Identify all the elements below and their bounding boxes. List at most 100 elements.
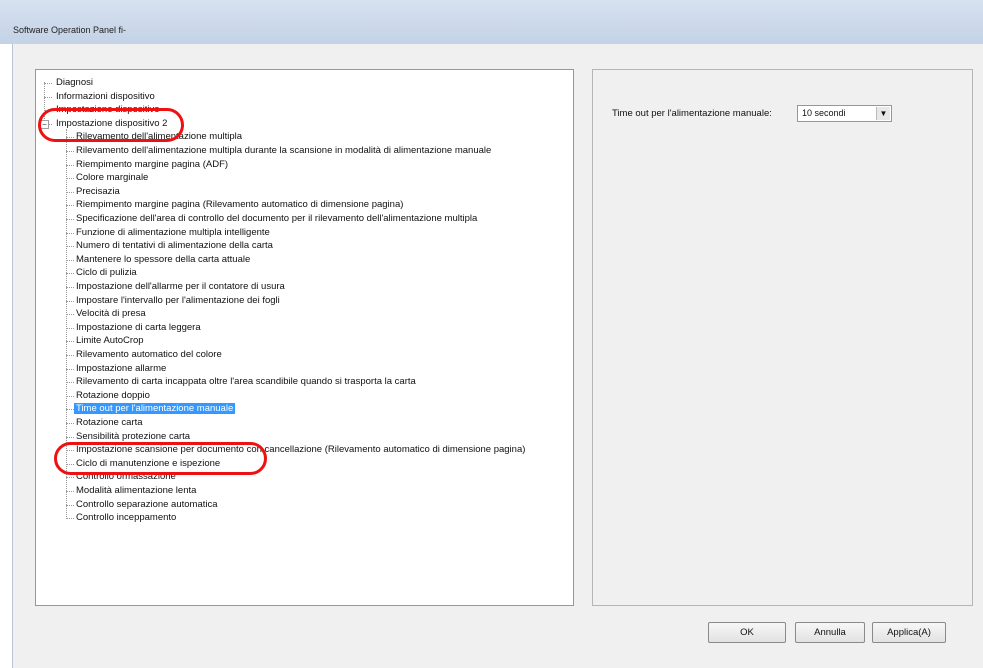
tree-item[interactable]: Funzione di alimentazione multipla intel…	[74, 226, 272, 239]
tree-item[interactable]: Informazioni dispositivo	[54, 90, 157, 103]
tree-item[interactable]: Modalità alimentazione lenta	[74, 484, 198, 497]
tree-item[interactable]: Numero di tentativi di alimentazione del…	[74, 239, 275, 252]
timeout-select[interactable]: 10 secondi ▼	[797, 105, 892, 122]
tree-item[interactable]: Controllo separazione automatica	[74, 498, 220, 511]
tree-item-label: Controllo separazione automatica	[76, 498, 218, 510]
tree-item-label: Rilevamento di carta incappata oltre l'a…	[76, 376, 416, 388]
tree-item[interactable]: Impostazione dell'allarme per il contato…	[74, 280, 287, 293]
tree-item[interactable]: Controllo ormassazione	[74, 470, 178, 483]
timeout-select-value: 10 secondi	[802, 108, 846, 118]
tree-item-label: Impostazione dispositivo 2	[56, 117, 168, 129]
cancel-button[interactable]: Annulla	[795, 622, 865, 643]
settings-tree[interactable]: Diagnosi Informazioni dispositivo Impostaz…	[35, 69, 574, 606]
tree-item[interactable]: Impostazione allarme	[74, 362, 168, 375]
tree-item-label: Controllo inceppamento	[76, 512, 177, 524]
tree-connector	[66, 151, 74, 152]
tree-connector	[66, 314, 74, 316]
ok-button[interactable]: OK	[708, 622, 786, 643]
tree-item[interactable]: Ciclo di manutenzione e ispezione	[74, 457, 222, 470]
tree-item[interactable]: Impostazione dispositivo	[54, 103, 162, 116]
tree-item-label: Specificazione dell'area di controllo de…	[76, 213, 478, 224]
tree-item[interactable]: Rotazione carta	[74, 416, 145, 429]
window-title: Software Operation Panel fi-	[13, 25, 127, 35]
tree-item[interactable]: Impostazione di carta leggera	[74, 321, 203, 334]
collapse-icon[interactable]: −	[40, 119, 49, 129]
tree-item-label: Rotazione carta	[76, 417, 143, 428]
tree-item[interactable]: Specificazione dell'area di controllo de…	[74, 212, 479, 225]
settings-panel	[592, 69, 973, 606]
tree-item[interactable]: Diagnosi	[54, 76, 95, 89]
tree-item-label: Impostazione allarme	[76, 362, 167, 374]
tree-connector	[44, 96, 52, 98]
tree-connector	[66, 273, 74, 275]
tree-item[interactable]: Riempimento margine pagina (ADF)	[74, 158, 230, 171]
tree-item[interactable]: Limite AutoCrop	[74, 334, 146, 347]
tree-item-label: Rotazione doppio	[76, 389, 150, 401]
tree-item-label: Impostazione dell'allarme per il contato…	[76, 281, 285, 292]
tree-connector	[66, 395, 74, 397]
tree-connector	[66, 327, 74, 329]
apply-button[interactable]: Applica(A)	[872, 622, 946, 643]
tree-item-label: Ciclo di pulizia	[76, 267, 137, 279]
tree-item[interactable]: Rilevamento dell'alimentazione multipla	[74, 130, 244, 143]
tree-connector	[66, 341, 74, 343]
tree-item[interactable]: Rotazione doppio	[74, 389, 152, 402]
tree-item-label: Funzione di alimentazione multipla intel…	[76, 226, 270, 238]
tree-connector	[66, 463, 74, 465]
tree-connector	[66, 232, 74, 234]
tree-connector	[66, 518, 74, 520]
tree-item-label: Impostazione dispositivo	[56, 104, 160, 116]
tree-guide-children	[66, 128, 67, 518]
tree-item[interactable]: Impostazione scansione per documento con…	[74, 443, 527, 456]
tree-connector	[66, 409, 74, 411]
tree-item-label: Mantenere lo spessore della carta attual…	[76, 253, 251, 265]
title-bar: Software Operation Panel fi-	[0, 0, 983, 44]
tree-connector	[66, 504, 74, 506]
tree-connector	[66, 287, 74, 288]
tree-connector	[66, 178, 74, 180]
tree-item-label: Informazioni dispositivo	[56, 90, 155, 102]
chevron-down-icon[interactable]: ▼	[876, 107, 890, 120]
tree-connector	[66, 137, 74, 139]
tree-connector	[66, 355, 74, 356]
tree-item[interactable]: Mantenere lo spessore della carta attual…	[74, 253, 252, 266]
tree-connector	[66, 491, 74, 492]
tree-connector	[66, 382, 74, 384]
tree-item-label: Limite AutoCrop	[76, 335, 144, 347]
tree-item[interactable]: Ciclo di pulizia	[74, 266, 139, 279]
tree-connector	[66, 450, 74, 452]
tree-item[interactable]: Rilevamento di carta incappata oltre l'a…	[74, 375, 418, 388]
tree-item[interactable]: Riempimento margine pagina (Rilevamento …	[74, 198, 405, 211]
tree-item-label: Time out per l'alimentazione manuale	[74, 403, 236, 415]
tree-connector	[66, 368, 74, 370]
tree-connector	[44, 83, 52, 84]
tree-item-label: Sensibilità protezione carta	[76, 430, 191, 442]
tree-item[interactable]: Colore marginale	[74, 171, 150, 184]
tree-item-label: Colore marginale	[76, 172, 149, 184]
tree-item[interactable]: Sensibilità protezione carta	[74, 430, 192, 443]
tree-connector	[44, 110, 52, 112]
tree-item-label: Controllo ormassazione	[76, 471, 176, 483]
tree-item[interactable]: Rilevamento automatico del colore	[74, 348, 224, 361]
tree-item-label: Impostare l'intervallo per l'alimentazio…	[76, 294, 280, 306]
tree-item-label: Numero di tentativi di alimentazione del…	[76, 240, 273, 252]
tree-item-label: Ciclo di manutenzione e ispezione	[76, 457, 221, 469]
tree-connector	[66, 219, 74, 220]
tree-item-label: Riempimento margine pagina (Rilevamento …	[76, 199, 404, 211]
tree-connector	[66, 259, 74, 261]
tree-item[interactable]: Impostazione dispositivo 2	[54, 117, 169, 130]
tree-connector	[66, 246, 74, 248]
tree-item-label: Precisazia	[76, 185, 120, 197]
tree-item[interactable]: Velocità di presa	[74, 307, 148, 320]
tree-item-label: Rilevamento dell'alimentazione multipla	[76, 131, 243, 143]
tree-item[interactable]: Impostare l'intervallo per l'alimentazio…	[74, 294, 282, 307]
tree-connector	[66, 423, 74, 424]
tree-item[interactable]: Rilevamento dell'alimentazione multipla …	[74, 144, 493, 157]
tree-connector	[66, 191, 74, 193]
tree-item-selected[interactable]: Time out per l'alimentazione manuale	[74, 402, 236, 415]
tree-item-label: Modalità alimentazione lenta	[76, 485, 197, 496]
tree-connector	[66, 436, 74, 438]
tree-item[interactable]: Precisazia	[74, 185, 122, 198]
tree-item[interactable]: Controllo inceppamento	[74, 511, 178, 524]
tree-guide-root	[44, 82, 45, 123]
